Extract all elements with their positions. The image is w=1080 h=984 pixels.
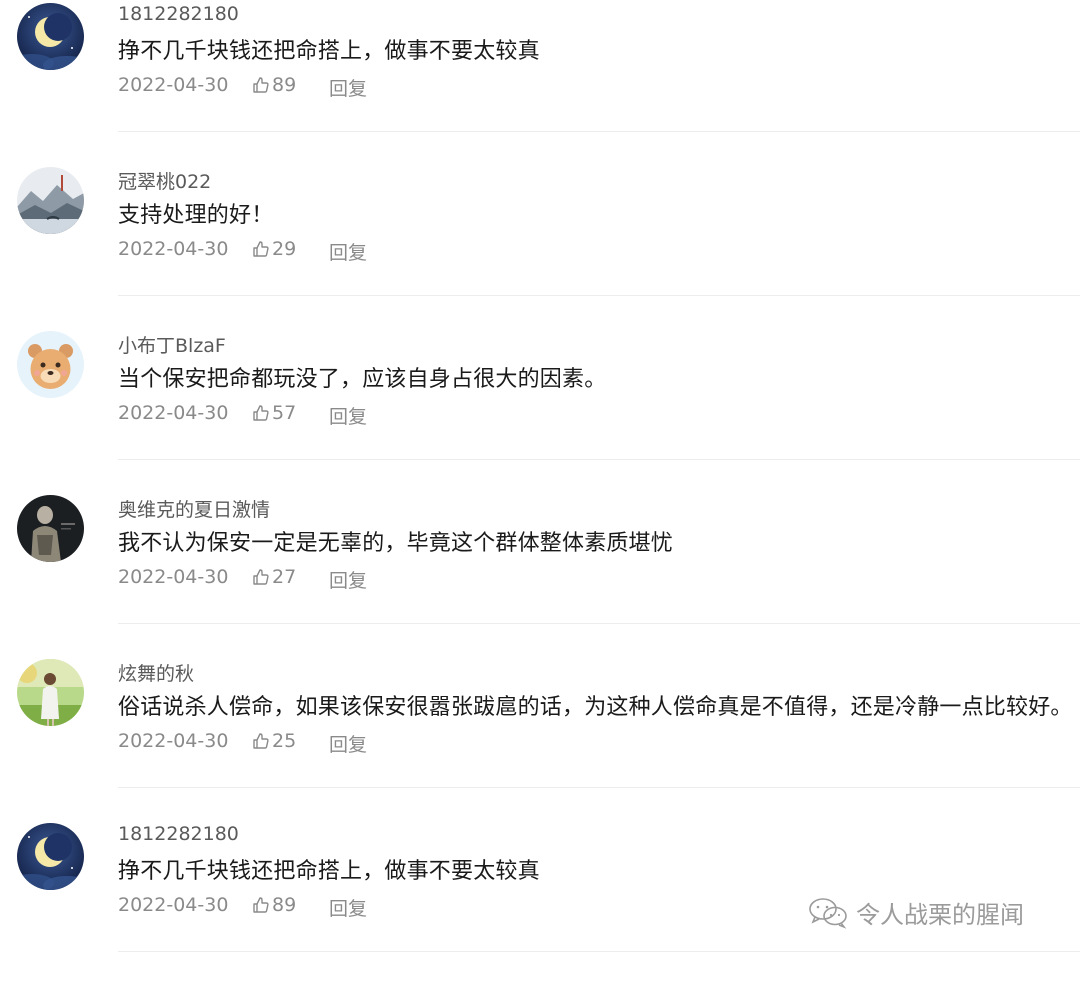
wechat-icon bbox=[809, 897, 847, 929]
comment-item: 炫舞的秋 俗话说杀人偿命，如果该保安很嚣张跋扈的话，为这种人偿命真是不值得，还是… bbox=[0, 656, 1080, 820]
divider bbox=[118, 295, 1080, 296]
armored-figure-avatar[interactable] bbox=[17, 495, 84, 562]
comment-date: 2022-04-30 bbox=[118, 402, 229, 424]
thumbs-up-icon bbox=[253, 77, 269, 93]
like-button[interactable]: 27 bbox=[252, 566, 296, 588]
comment-text: 我不认为保安一定是无辜的，毕竟这个群体整体素质堪忧 bbox=[118, 531, 674, 556]
reply-button[interactable]: 回复 bbox=[329, 74, 367, 101]
comment-username[interactable]: 小布丁BlzaF bbox=[118, 331, 226, 358]
reply-button[interactable]: 回复 bbox=[329, 894, 367, 921]
comment-date: 2022-04-30 bbox=[118, 730, 229, 752]
thumbs-up-icon bbox=[253, 405, 269, 421]
divider bbox=[118, 951, 1080, 952]
landscape-painting-avatar[interactable] bbox=[17, 167, 84, 234]
comment-text: 当个保安把命都玩没了，应该自身占很大的因素。 bbox=[118, 367, 607, 392]
thumbs-up-icon bbox=[253, 733, 269, 749]
like-count: 27 bbox=[272, 566, 297, 588]
comment-text: 挣不几千块钱还把命搭上，做事不要太较真 bbox=[118, 859, 540, 884]
thumbs-up-icon bbox=[253, 897, 269, 913]
comment-username[interactable]: 冠翠桃022 bbox=[118, 167, 211, 194]
comment-text: 支持处理的好！ bbox=[118, 203, 274, 228]
cartoon-bear-avatar[interactable] bbox=[17, 331, 84, 398]
comment-date: 2022-04-30 bbox=[118, 894, 229, 916]
like-button[interactable]: 57 bbox=[252, 402, 296, 424]
comment-username[interactable]: 炫舞的秋 bbox=[118, 659, 194, 686]
divider bbox=[118, 623, 1080, 624]
comment-date: 2022-04-30 bbox=[118, 566, 229, 588]
watermark: 令人战栗的腥闻 bbox=[808, 895, 1024, 930]
like-count: 89 bbox=[272, 74, 297, 96]
comment-item: 奥维克的夏日激情 我不认为保安一定是无辜的，毕竟这个群体整体素质堪忧 2022-… bbox=[0, 492, 1080, 656]
divider bbox=[118, 787, 1080, 788]
divider bbox=[118, 131, 1080, 132]
comment-username[interactable]: 1812282180 bbox=[118, 3, 239, 25]
reply-button[interactable]: 回复 bbox=[329, 402, 367, 429]
like-count: 89 bbox=[272, 894, 297, 916]
comment-text: 挣不几千块钱还把命搭上，做事不要太较真 bbox=[118, 39, 540, 64]
comment-item: 冠翠桃022 支持处理的好！ 2022-04-30 29 回复 bbox=[0, 164, 1080, 328]
watermark-text: 令人战栗的腥闻 bbox=[856, 901, 1024, 929]
like-count: 57 bbox=[272, 402, 297, 424]
like-button[interactable]: 29 bbox=[252, 238, 296, 260]
person-outdoor-avatar[interactable] bbox=[17, 659, 84, 726]
divider bbox=[118, 459, 1080, 460]
like-count: 25 bbox=[272, 730, 297, 752]
like-button[interactable]: 89 bbox=[252, 74, 296, 96]
comment-date: 2022-04-30 bbox=[118, 238, 229, 260]
moon-night-avatar[interactable] bbox=[17, 823, 84, 890]
moon-night-avatar[interactable] bbox=[17, 3, 84, 70]
like-button[interactable]: 25 bbox=[252, 730, 296, 752]
like-button[interactable]: 89 bbox=[252, 894, 296, 916]
thumbs-up-icon bbox=[253, 569, 269, 585]
comment-item: 小布丁BlzaF 当个保安把命都玩没了，应该自身占很大的因素。 2022-04-… bbox=[0, 328, 1080, 492]
reply-button[interactable]: 回复 bbox=[329, 566, 367, 593]
comment-username[interactable]: 1812282180 bbox=[118, 823, 239, 845]
reply-button[interactable]: 回复 bbox=[329, 238, 367, 265]
reply-button[interactable]: 回复 bbox=[329, 730, 367, 757]
comment-username[interactable]: 奥维克的夏日激情 bbox=[118, 495, 270, 522]
comment-item: 1812282180 挣不几千块钱还把命搭上，做事不要太较真 2022-04-3… bbox=[0, 0, 1080, 164]
thumbs-up-icon bbox=[253, 241, 269, 257]
like-count: 29 bbox=[272, 238, 297, 260]
comment-text: 俗话说杀人偿命，如果该保安很嚣张跋扈的话，为这种人偿命真是不值得，还是冷静一点比… bbox=[118, 695, 1073, 720]
comment-date: 2022-04-30 bbox=[118, 74, 229, 96]
